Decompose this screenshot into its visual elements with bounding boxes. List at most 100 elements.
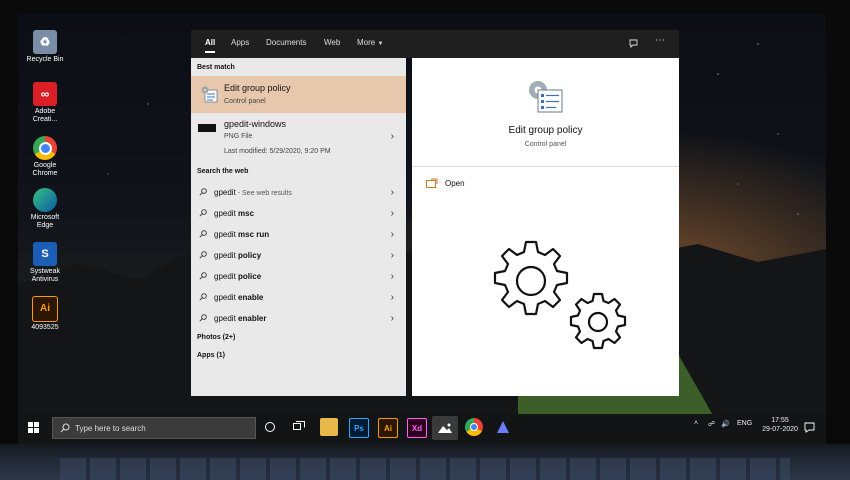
web-result-query: gpedit enable bbox=[214, 293, 263, 302]
desktop-icon-label: 4093525 bbox=[31, 324, 59, 331]
more-options-icon[interactable]: ⋯ bbox=[655, 35, 665, 46]
systweak-antivirus-icon: S bbox=[33, 242, 57, 266]
search-filter-bar: All Apps Documents Web More ▼ ⋯ bbox=[191, 30, 679, 58]
chevron-right-icon[interactable]: › bbox=[391, 271, 394, 282]
web-result-prefix: gpedit bbox=[214, 209, 239, 218]
photoshop-icon[interactable]: Ps bbox=[349, 418, 369, 438]
chrome-taskbar-icon[interactable] bbox=[465, 418, 483, 436]
search-results-list: Best match Edit group policy Control pan… bbox=[191, 58, 406, 396]
web-result-row[interactable]: gpedit - See web results › bbox=[191, 184, 406, 204]
web-result-prefix: gpedit bbox=[214, 293, 239, 302]
notifications-icon[interactable] bbox=[804, 422, 815, 433]
chevron-down-icon: ▼ bbox=[377, 41, 384, 47]
web-result-query: gpedit policy bbox=[214, 251, 261, 260]
web-result-query: gpedit enabler bbox=[214, 314, 267, 323]
file-result-title: gpedit-windows bbox=[224, 119, 287, 129]
best-match-heading: Best match bbox=[197, 64, 235, 71]
file-explorer-icon[interactable] bbox=[320, 418, 338, 436]
recycle-bin-icon: ♻ bbox=[33, 30, 57, 54]
web-result-row[interactable]: gpedit enable › bbox=[191, 289, 406, 309]
chevron-up-icon[interactable]: ˄ bbox=[694, 420, 698, 427]
web-result-note: - See web results bbox=[235, 190, 292, 197]
edge-icon bbox=[33, 188, 57, 212]
taskbar-search-placeholder: Type here to search bbox=[75, 424, 146, 433]
web-result-bold: police bbox=[238, 272, 262, 281]
network-icon[interactable]: ☍ bbox=[708, 420, 715, 428]
chrome-icon bbox=[33, 136, 57, 160]
chevron-right-icon[interactable]: › bbox=[391, 229, 394, 240]
web-result-row[interactable]: gpedit enabler › bbox=[191, 310, 406, 330]
xd-glyph: Xd bbox=[411, 423, 423, 433]
photoshop-glyph: Ps bbox=[354, 423, 364, 433]
illustrator-file-icon: Ai bbox=[32, 296, 58, 322]
desktop-icon-ai-file[interactable]: Ai 4093525 bbox=[22, 296, 68, 332]
chevron-right-icon[interactable]: › bbox=[391, 187, 394, 198]
photos-category[interactable]: Photos (2+) bbox=[197, 334, 235, 341]
tab-more[interactable]: More ▼ bbox=[357, 38, 383, 47]
tab-web[interactable]: Web bbox=[324, 38, 340, 47]
web-result-row[interactable]: gpedit msc run › bbox=[191, 226, 406, 246]
feedback-icon[interactable] bbox=[629, 38, 640, 49]
chevron-right-icon[interactable]: › bbox=[391, 313, 394, 324]
apps-category[interactable]: Apps (1) bbox=[197, 352, 225, 359]
desktop-icon-label: Microsoft Edge bbox=[30, 214, 60, 229]
taskbar-search-box[interactable]: Type here to search bbox=[52, 417, 256, 439]
chevron-right-icon[interactable]: › bbox=[391, 250, 394, 261]
search-web-heading: Search the web bbox=[197, 168, 249, 175]
web-result-row[interactable]: gpedit police › bbox=[191, 268, 406, 288]
web-result-bold: policy bbox=[238, 251, 262, 260]
result-preview-pane: Edit group policy Control panel Open bbox=[412, 58, 679, 396]
windows-start-icon[interactable] bbox=[28, 422, 39, 433]
file-result[interactable]: gpedit-windows PNG File Last modified: 5… bbox=[191, 115, 406, 163]
illustrator-icon[interactable]: Ai bbox=[378, 418, 398, 438]
desktop-icon-label: Google Chrome bbox=[32, 162, 58, 177]
desktop-icon-label: Recycle Bin bbox=[26, 56, 64, 63]
best-match-result[interactable]: Edit group policy Control panel bbox=[191, 76, 406, 113]
file-result-type: PNG File bbox=[224, 133, 253, 140]
cortana-icon[interactable] bbox=[265, 422, 275, 432]
clock[interactable]: 17:55 29-07-2020 bbox=[762, 417, 798, 433]
open-label: Open bbox=[445, 179, 465, 188]
web-result-prefix: gpedit bbox=[214, 272, 239, 281]
volume-icon[interactable]: 🔊 bbox=[721, 420, 730, 428]
xd-icon[interactable]: Xd bbox=[407, 418, 427, 438]
preview-subtitle: Control panel bbox=[524, 141, 567, 148]
systweak-taskbar-icon[interactable] bbox=[494, 418, 512, 436]
photos-glyph-icon bbox=[438, 423, 452, 433]
search-icon bbox=[199, 293, 207, 301]
file-result-modified: Last modified: 5/29/2020, 9:20 PM bbox=[224, 148, 331, 155]
gears-illustration-icon bbox=[493, 240, 627, 350]
web-result-prefix: gpedit bbox=[214, 230, 239, 239]
desktop-icon-adobe-cc[interactable]: ∞ Adobe Creati... bbox=[22, 82, 68, 124]
group-policy-icon bbox=[201, 86, 218, 103]
desktop-icon-systweak[interactable]: S Systweak Antivirus bbox=[22, 242, 68, 284]
web-result-query: gpedit police bbox=[214, 272, 261, 281]
web-result-prefix: gpedit bbox=[214, 188, 236, 197]
chevron-right-icon[interactable]: › bbox=[391, 208, 394, 219]
web-result-query: gpedit - See web results bbox=[214, 188, 292, 197]
desktop-icon-recycle-bin[interactable]: ♻ Recycle Bin bbox=[22, 30, 68, 64]
desktop-icon-label: Adobe Creati... bbox=[32, 108, 58, 123]
tab-all[interactable]: All bbox=[205, 38, 216, 53]
desktop-icon-chrome[interactable]: Google Chrome bbox=[22, 136, 68, 178]
clock-time: 17:55 bbox=[771, 417, 789, 424]
open-action[interactable]: Open bbox=[426, 176, 546, 192]
divider bbox=[412, 166, 679, 167]
web-result-row[interactable]: gpedit policy › bbox=[191, 247, 406, 267]
search-icon bbox=[199, 251, 207, 259]
task-view-icon[interactable] bbox=[293, 421, 305, 432]
desktop-icon-edge[interactable]: Microsoft Edge bbox=[22, 188, 68, 230]
photos-app-icon[interactable] bbox=[432, 416, 458, 440]
best-match-title: Edit group policy bbox=[224, 83, 291, 93]
chevron-right-icon[interactable]: › bbox=[391, 292, 394, 303]
chevron-right-icon[interactable]: › bbox=[391, 131, 394, 142]
web-result-row[interactable]: gpedit msc › bbox=[191, 205, 406, 225]
tab-documents[interactable]: Documents bbox=[266, 38, 306, 47]
language-indicator[interactable]: ENG bbox=[737, 420, 752, 427]
web-result-prefix: gpedit bbox=[214, 251, 239, 260]
taskbar: Type here to search Ps Ai Xd ˄ ☍ 🔊 ENG 1… bbox=[18, 414, 826, 442]
tab-apps[interactable]: Apps bbox=[231, 38, 249, 47]
illustrator-glyph: Ai bbox=[384, 423, 392, 433]
adobe-cc-icon: ∞ bbox=[33, 82, 57, 106]
open-icon bbox=[426, 178, 438, 188]
